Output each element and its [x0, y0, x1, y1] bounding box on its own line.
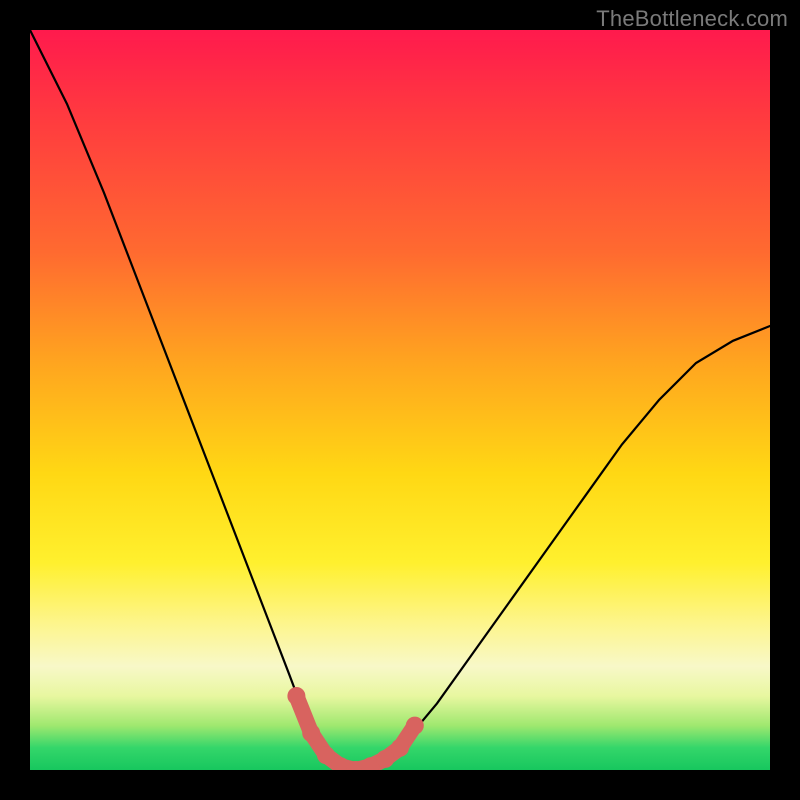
valley-dot [302, 724, 320, 742]
valley-dot [376, 750, 394, 768]
valley-dot [317, 746, 335, 764]
valley-dot [287, 687, 305, 705]
bottleneck-curve [30, 30, 770, 770]
chart-frame: TheBottleneck.com [0, 0, 800, 800]
watermark-text: TheBottleneck.com [596, 6, 788, 32]
chart-plot-area [30, 30, 770, 770]
valley-dot [391, 739, 409, 757]
chart-svg [30, 30, 770, 770]
valley-dot [406, 717, 424, 735]
